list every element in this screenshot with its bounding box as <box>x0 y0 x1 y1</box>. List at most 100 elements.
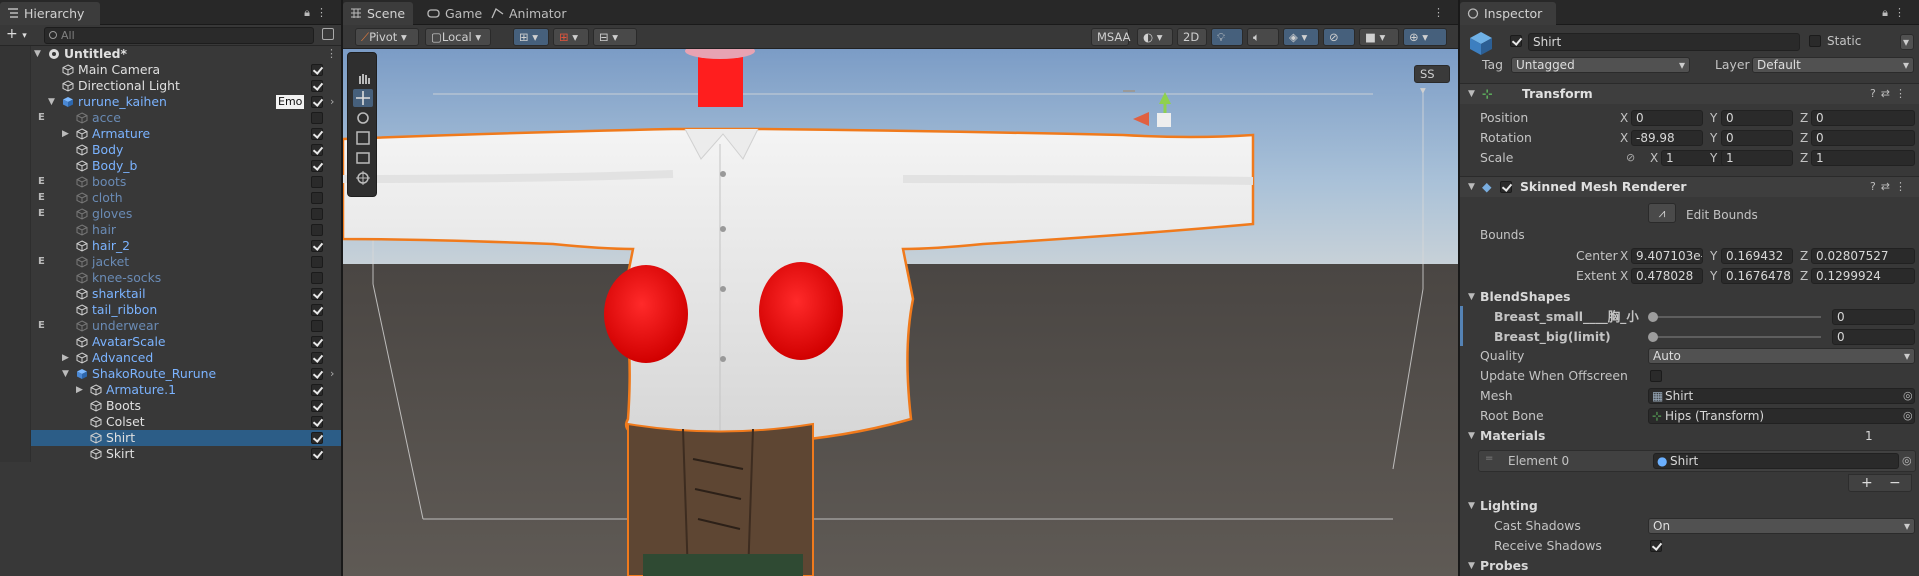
hierarchy-item[interactable]: AvatarScale <box>0 334 341 350</box>
add-element-button[interactable]: + <box>1861 475 1873 491</box>
effects-toggle[interactable]: ◈ ▾ <box>1283 28 1319 46</box>
menu-icon[interactable]: ⋮ <box>326 46 337 62</box>
camera-dropdown[interactable]: ■ ▾ <box>1359 28 1399 46</box>
quality-dropdown[interactable]: Auto <box>1648 348 1915 364</box>
hierarchy-item[interactable]: Eunderwear <box>0 318 341 334</box>
materials-count[interactable]: 1 <box>1860 428 1915 444</box>
blendshape-slider-track[interactable] <box>1653 316 1821 318</box>
probes-foldout[interactable]: ▼ Probes <box>1460 557 1919 575</box>
lock-icon[interactable]: 🔒︎ <box>1882 6 1894 19</box>
lighting-toggle[interactable]: 💡︎ <box>1211 28 1243 46</box>
visibility-checkbox[interactable] <box>311 128 323 140</box>
visibility-checkbox[interactable] <box>311 64 323 76</box>
help-icon[interactable]: ? <box>1870 180 1881 193</box>
draw-mode-dropdown[interactable]: ◐ ▾ <box>1137 28 1173 46</box>
visibility-checkbox[interactable] <box>311 336 323 348</box>
visibility-checkbox[interactable] <box>311 112 323 124</box>
edit-bounds-button[interactable]: ⩘ <box>1648 203 1676 223</box>
static-checkbox[interactable] <box>1809 35 1821 47</box>
visibility-checkbox[interactable] <box>311 192 323 204</box>
hierarchy-item[interactable]: Colset <box>0 414 341 430</box>
visibility-checkbox[interactable] <box>311 352 323 364</box>
menu-icon[interactable]: ⋮ <box>1894 6 1911 19</box>
active-checkbox[interactable] <box>1510 35 1522 47</box>
visibility-checkbox[interactable] <box>311 432 323 444</box>
blendshape-slider-track[interactable] <box>1653 336 1821 338</box>
visibility-checkbox[interactable] <box>311 368 323 380</box>
extent-z-field[interactable]: 0.1299924 <box>1811 268 1915 284</box>
hierarchy-item[interactable]: Skirt <box>0 446 341 462</box>
tab-game[interactable]: Game <box>423 2 482 25</box>
visibility-checkbox[interactable] <box>311 272 323 284</box>
position-y-field[interactable]: 0 <box>1721 110 1793 126</box>
object-name-field[interactable]: Shirt <box>1528 33 1800 51</box>
menu-icon[interactable]: ⋮ <box>1433 6 1450 19</box>
view-options-dropdown[interactable]: SS ▾ <box>1414 65 1450 97</box>
increment-snap-button[interactable]: ⊟ ▾ <box>593 28 637 46</box>
hierarchy-tab-tools[interactable]: 🔒︎⋮ <box>304 6 333 20</box>
scale-tool-icon[interactable] <box>353 129 373 147</box>
object-picker-icon[interactable]: ◎ <box>1902 454 1912 467</box>
hierarchy-item[interactable]: Main Camera <box>0 62 341 78</box>
lock-icon[interactable]: 🔒︎ <box>304 6 316 19</box>
extent-x-field[interactable]: 0.478028 <box>1631 268 1703 284</box>
skinned-mesh-renderer-header[interactable]: ▼ ◆ Skinned Mesh Renderer ?⇄⋮ <box>1460 176 1919 197</box>
visibility-checkbox[interactable] <box>311 160 323 172</box>
collapse-arrow-icon[interactable]: ▶ <box>62 126 69 142</box>
receive-shadows-checkbox[interactable] <box>1650 540 1662 552</box>
hierarchy-item[interactable]: Body_b <box>0 158 341 174</box>
visibility-checkbox[interactable] <box>311 176 323 188</box>
msaa-button[interactable]: MSAA <box>1091 28 1131 46</box>
grid-snap-button[interactable]: ⊞ ▾ <box>513 28 549 46</box>
center-y-field[interactable]: 0.169432 <box>1721 248 1793 264</box>
rotation-z-field[interactable]: 0 <box>1811 130 1915 146</box>
center-z-field[interactable]: 0.02807527 <box>1811 248 1915 264</box>
visibility-checkbox[interactable] <box>311 416 323 428</box>
visibility-checkbox[interactable] <box>311 240 323 252</box>
visibility-checkbox[interactable] <box>311 80 323 92</box>
hierarchy-item[interactable]: Directional Light <box>0 78 341 94</box>
position-z-field[interactable]: 0 <box>1811 110 1915 126</box>
visibility-checkbox[interactable] <box>311 96 323 108</box>
root-bone-field[interactable]: ⊹ Hips (Transform) <box>1648 408 1915 424</box>
visibility-checkbox[interactable] <box>311 144 323 156</box>
2d-toggle[interactable]: 2D <box>1177 28 1207 46</box>
layer-dropdown[interactable]: Default <box>1752 57 1914 73</box>
hierarchy-item[interactable]: ▶ Armature <box>0 126 341 142</box>
drag-handle-icon[interactable]: = <box>1485 453 1493 464</box>
mesh-field[interactable]: ▦ Shirt <box>1648 388 1915 404</box>
move-tool-icon[interactable] <box>353 89 373 107</box>
visibility-checkbox[interactable] <box>311 224 323 236</box>
hierarchy-item[interactable]: sharktail <box>0 286 341 302</box>
component-tools[interactable]: ?⇄⋮ <box>1870 177 1911 197</box>
rotation-x-field[interactable]: -89.98 <box>1631 130 1703 146</box>
expand-arrow-icon[interactable]: ▼ <box>34 46 41 62</box>
link-icon[interactable]: ⊘ <box>1626 149 1635 167</box>
position-x-field[interactable]: 0 <box>1631 110 1703 126</box>
preset-icon[interactable]: ⇄ <box>1881 87 1895 100</box>
static-dropdown[interactable] <box>1900 34 1914 50</box>
hierarchy-item[interactable]: Eboots <box>0 174 341 190</box>
hierarchy-item[interactable]: ▼ Untitled* ⋮ <box>0 46 341 62</box>
collapse-arrow-icon[interactable]: ▶ <box>76 382 83 398</box>
blendshape-value-field[interactable]: 0 <box>1832 329 1915 345</box>
blendshape-value-field[interactable]: 0 <box>1832 309 1915 325</box>
hierarchy-item[interactable]: knee-socks <box>0 270 341 286</box>
blendshape-slider-knob[interactable] <box>1648 312 1658 322</box>
hidden-toggle[interactable]: ⊘ <box>1323 28 1355 46</box>
component-tools[interactable]: ?⇄⋮ <box>1870 84 1911 104</box>
visibility-checkbox[interactable] <box>311 208 323 220</box>
create-button[interactable]: + ▾ <box>6 26 27 42</box>
menu-icon[interactable]: ⋮ <box>316 6 333 19</box>
hierarchy-item[interactable]: Ecloth <box>0 190 341 206</box>
menu-icon[interactable]: ⋮ <box>1895 87 1911 100</box>
smr-enabled-checkbox[interactable] <box>1500 181 1512 193</box>
hierarchy-item[interactable]: ▶ Advanced <box>0 350 341 366</box>
lighting-foldout[interactable]: ▼ Lighting <box>1460 497 1919 515</box>
visibility-checkbox[interactable] <box>311 448 323 460</box>
chevron-right-icon[interactable]: › <box>330 94 334 110</box>
chevron-right-icon[interactable]: › <box>330 366 334 382</box>
tag-dropdown[interactable]: Untagged <box>1511 57 1690 73</box>
hierarchy-item[interactable]: hair_2 <box>0 238 341 254</box>
blendshape-slider-knob[interactable] <box>1648 332 1658 342</box>
